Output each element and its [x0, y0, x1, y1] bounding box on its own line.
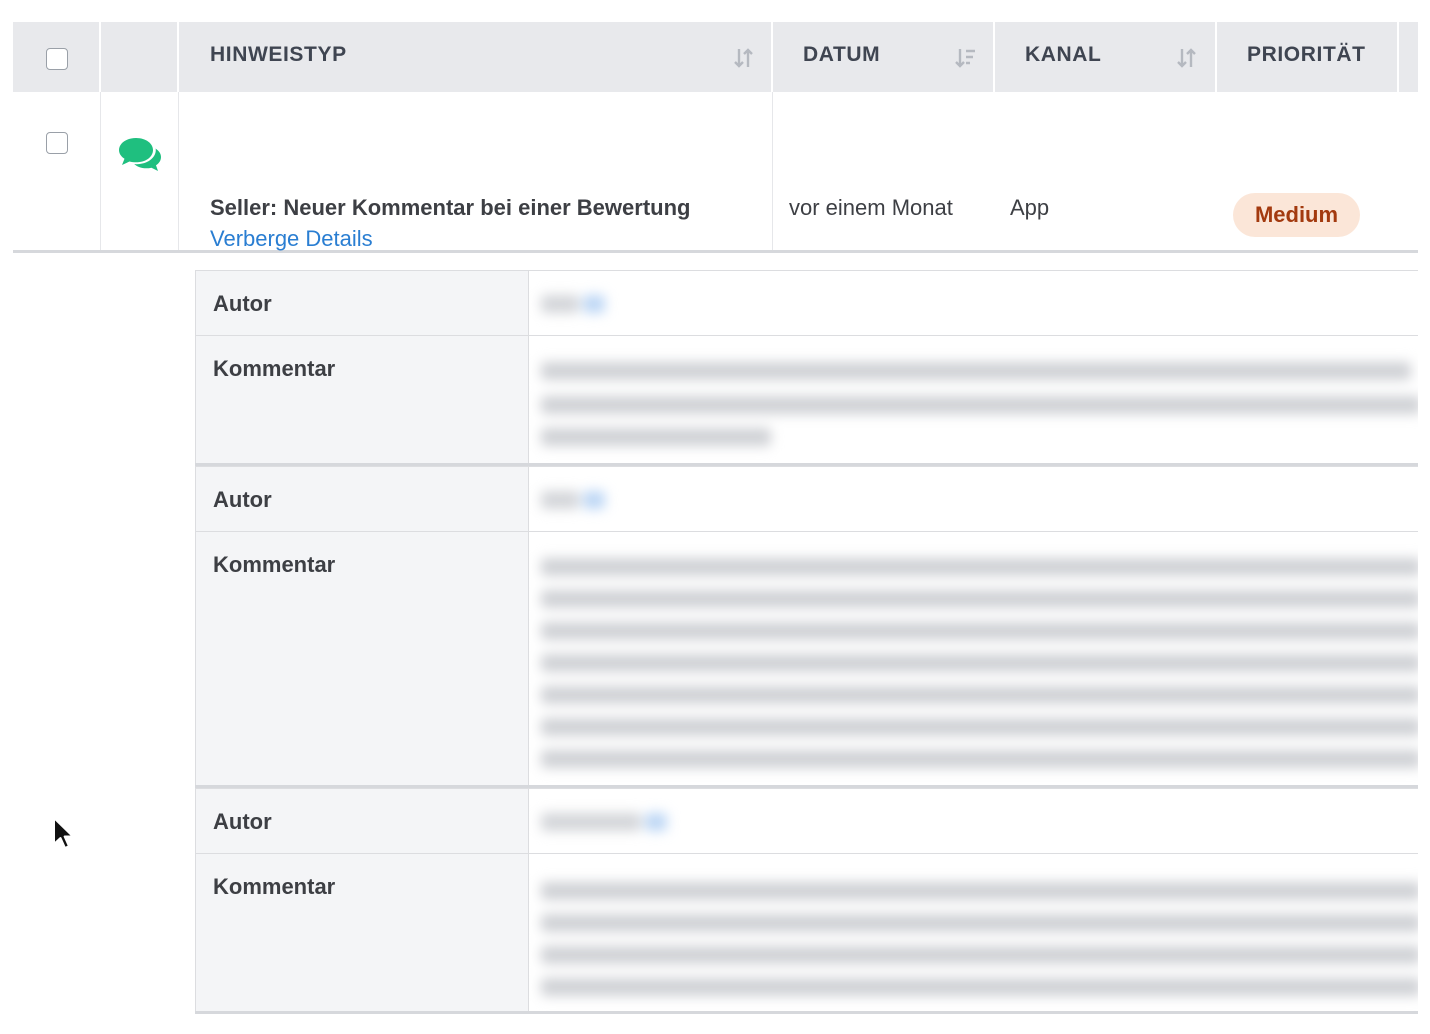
sort-desc-icon[interactable] — [954, 46, 976, 70]
comment-label: Kommentar — [195, 854, 529, 1011]
author-label: Autor — [195, 789, 529, 853]
author-row: Autor — [195, 270, 1418, 335]
header-channel-label: KANAL — [1025, 43, 1102, 66]
header-priority-label: PRIORITÄT — [1247, 43, 1366, 66]
notification-title: Seller: Neuer Kommentar bei einer Bewert… — [210, 195, 691, 220]
table-row: Seller: Neuer Kommentar bei einer Bewert… — [13, 92, 1418, 253]
comment-entry: Autor Kommentar — [195, 788, 1418, 1014]
comment-entry: Autor Kommentar — [195, 270, 1418, 466]
select-all-checkbox[interactable] — [46, 48, 68, 70]
priority-badge: Medium — [1233, 193, 1360, 237]
author-row: Autor — [195, 466, 1418, 531]
comment-entry: Autor Kommentar — [195, 466, 1418, 788]
author-row: Autor — [195, 788, 1418, 853]
comment-row: Kommentar — [195, 853, 1418, 1011]
header-priority: PRIORITÄT — [1217, 22, 1399, 92]
chat-bubbles-icon — [119, 138, 161, 171]
mouse-cursor-icon — [53, 817, 74, 849]
comment-value-blurred — [529, 336, 1418, 463]
notification-channel: App — [1010, 195, 1050, 220]
comment-row: Kommentar — [195, 531, 1418, 785]
comment-value-blurred — [529, 532, 1418, 785]
notification-date: vor einem Monat — [789, 195, 953, 220]
author-label: Autor — [195, 271, 529, 335]
author-value-blurred — [529, 271, 1418, 335]
row-select-cell — [13, 92, 101, 250]
comment-label: Kommentar — [195, 532, 529, 785]
author-label: Autor — [195, 467, 529, 531]
row-icon-cell — [101, 92, 179, 250]
header-type-label: HINWEISTYP — [210, 43, 347, 66]
header-channel[interactable]: KANAL — [995, 22, 1217, 92]
comment-row: Kommentar — [195, 335, 1418, 463]
comment-label: Kommentar — [195, 336, 529, 463]
header-select-cell — [13, 22, 101, 92]
row-date-cell — [773, 92, 995, 250]
notifications-table: HINWEISTYP DATUM KANAL PRIORITÄT Seller:… — [13, 22, 1418, 253]
details-panel: Autor Kommentar Autor Kommentar Autor Ko… — [195, 270, 1418, 1014]
author-value-blurred — [529, 467, 1418, 531]
author-value-blurred — [529, 789, 1418, 853]
header-icon-cell — [101, 22, 179, 92]
sort-icon[interactable] — [733, 46, 755, 70]
row-checkbox[interactable] — [46, 132, 68, 154]
header-type[interactable]: HINWEISTYP — [179, 22, 773, 92]
comment-value-blurred — [529, 854, 1418, 1011]
header-date-label: DATUM — [803, 43, 881, 66]
toggle-details-link[interactable]: Verberge Details — [210, 226, 373, 252]
table-header: HINWEISTYP DATUM KANAL PRIORITÄT — [13, 22, 1418, 92]
sort-icon[interactable] — [1176, 46, 1198, 70]
header-date[interactable]: DATUM — [773, 22, 995, 92]
